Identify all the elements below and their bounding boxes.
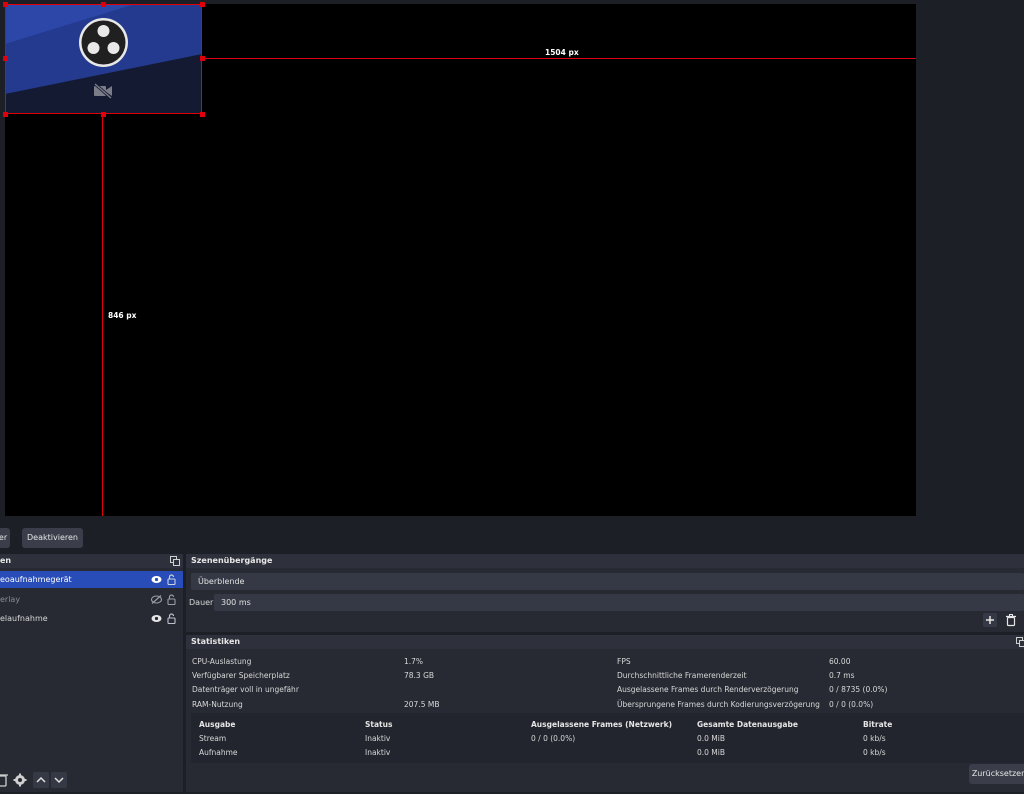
source-item-label: elaufnahme	[0, 614, 48, 623]
resize-handle-bottom-left[interactable]	[3, 112, 8, 117]
statistics-header: Statistiken	[186, 635, 1024, 649]
table-cell: Stream	[199, 734, 227, 743]
resize-handle-top-left[interactable]	[3, 2, 8, 7]
stat-fps-value: 60.00	[829, 657, 851, 666]
source-item-label: eoaufnahmegerät	[0, 575, 72, 584]
deactivate-button[interactable]: Deaktivieren	[22, 528, 83, 548]
sources-dock-header: en	[0, 554, 183, 568]
stat-encoding-lag-label: Übersprungene Frames durch Kodierungsver…	[617, 700, 820, 709]
sources-dock-title: en	[0, 556, 12, 565]
output-table: Ausgabe Status Ausgelassene Frames (Netz…	[191, 713, 1024, 763]
stat-fps-label: FPS	[617, 657, 631, 666]
transition-select[interactable]: Überblende	[191, 573, 1024, 590]
unlocked-lock-icon[interactable]	[167, 574, 176, 585]
stat-cpu-label: CPU-Auslastung	[192, 657, 252, 666]
stat-render-lag-label: Ausgelassene Frames durch Renderverzöger…	[617, 685, 799, 694]
unlocked-lock-icon[interactable]	[167, 613, 176, 624]
resize-handle-top[interactable]	[101, 2, 106, 7]
sources-dock: en eoaufnahmegerät erlay elaufnahme	[0, 554, 183, 792]
source-item-label: erlay	[0, 595, 21, 604]
table-cell: Aufnahme	[199, 748, 238, 757]
horizontal-distance-guide	[202, 58, 916, 59]
left-partial-button[interactable]: er	[0, 528, 10, 548]
column-header-output: Ausgabe	[199, 720, 236, 729]
add-transition-icon[interactable]	[983, 613, 997, 627]
scene-transitions-dock: Szenenübergänge Überblende Dauer 300 ms	[186, 554, 1024, 632]
source-item-video-capture[interactable]: eoaufnahmegerät	[0, 571, 183, 588]
height-distance-label: 846 px	[108, 311, 137, 320]
table-cell: 0 kb/s	[863, 734, 886, 743]
stat-render-time-label: Durchschnittliche Framerenderzeit	[617, 671, 747, 680]
column-header-status: Status	[365, 720, 393, 729]
source-item-window-capture[interactable]: elaufnahme	[0, 610, 183, 627]
reset-stats-button[interactable]: Zurücksetzen	[969, 764, 1024, 784]
stat-encoding-lag-value: 0 / 0 (0.0%)	[829, 700, 874, 709]
stat-disk-full-label: Datenträger voll in ungefähr	[192, 685, 299, 694]
trash-icon[interactable]	[1004, 613, 1018, 627]
scene-transitions-header: Szenenübergänge	[186, 554, 1024, 568]
table-cell: Inaktiv	[365, 734, 391, 743]
vertical-distance-guide	[102, 114, 103, 516]
column-header-bitrate: Bitrate	[863, 720, 893, 729]
source-item-overlay[interactable]: erlay	[0, 591, 183, 608]
stat-ram-value: 207.5 MB	[404, 700, 440, 709]
table-cell: Inaktiv	[365, 748, 391, 757]
resize-handle-top-right[interactable]	[200, 2, 205, 7]
stat-ram-label: RAM-Nutzung	[192, 700, 243, 709]
resize-handle-left[interactable]	[3, 56, 8, 61]
source-selection-box[interactable]	[5, 4, 202, 114]
stat-disk-value: 78.3 GB	[404, 671, 435, 680]
stat-cpu-value: 1.7%	[404, 657, 424, 666]
table-cell: 0 kb/s	[863, 748, 886, 757]
stat-render-lag-value: 0 / 8735 (0.0%)	[829, 685, 888, 694]
duration-spinbox[interactable]: 300 ms	[214, 594, 1024, 611]
eye-icon[interactable]	[151, 614, 162, 623]
eye-hidden-icon[interactable]	[151, 595, 162, 604]
duration-label: Dauer	[189, 598, 214, 607]
statistics-dock: Statistiken CPU-Auslastung 1.7% Verfügba…	[186, 635, 1024, 792]
stat-disk-label: Verfügbarer Speicherplatz	[192, 671, 290, 680]
unlocked-lock-icon[interactable]	[167, 594, 176, 605]
undock-icon[interactable]	[1016, 637, 1024, 647]
table-cell: 0 / 0 (0.0%)	[531, 734, 576, 743]
move-up-icon[interactable]	[33, 772, 49, 788]
stat-render-time-value: 0.7 ms	[829, 671, 855, 680]
eye-icon[interactable]	[151, 575, 162, 584]
undock-icon[interactable]	[170, 556, 180, 566]
move-down-icon[interactable]	[51, 772, 67, 788]
column-header-dropped-frames: Ausgelassene Frames (Netzwerk)	[531, 720, 672, 729]
remove-source-icon[interactable]	[0, 772, 10, 788]
table-cell: 0.0 MiB	[697, 748, 726, 757]
width-distance-label: 1504 px	[545, 48, 579, 57]
table-cell: 0.0 MiB	[697, 734, 726, 743]
preview-canvas[interactable]: 1504 px 846 px	[3, 2, 916, 516]
column-header-total-data: Gesamte Datenausgabe	[697, 720, 798, 729]
gear-icon[interactable]	[12, 772, 28, 788]
resize-handle-bottom-right[interactable]	[200, 112, 205, 117]
